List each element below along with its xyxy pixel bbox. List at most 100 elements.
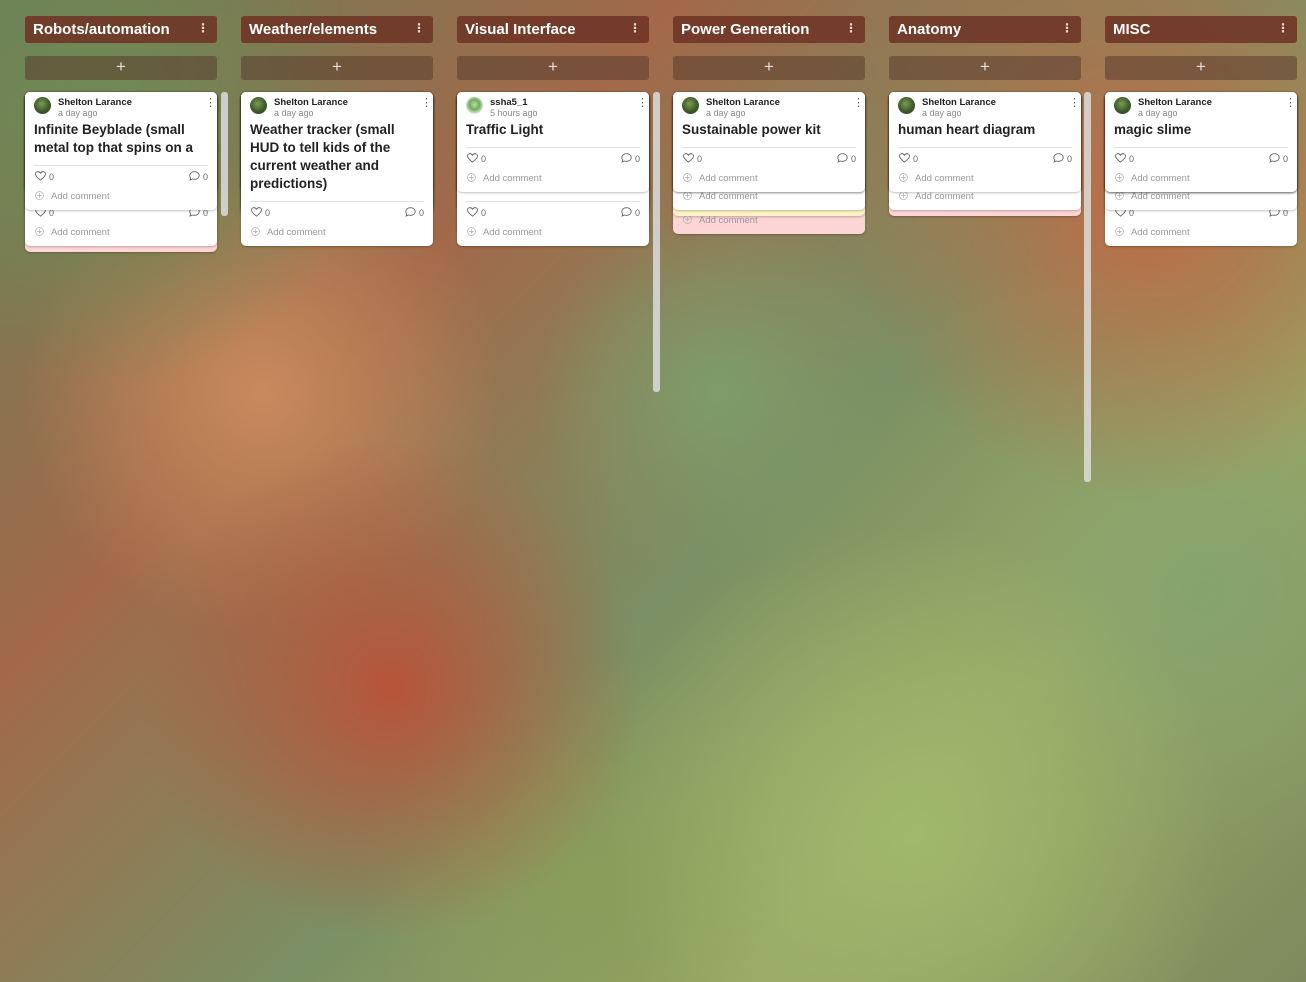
post-menu-icon[interactable]: ⋮ (853, 96, 864, 110)
add-comment-button[interactable]: Add comment (241, 224, 433, 246)
add-comment-button[interactable]: Add comment (457, 170, 649, 192)
plus-icon (683, 215, 692, 224)
add-comment-label: Add comment (483, 227, 542, 238)
like-count: 0 (481, 154, 487, 164)
comment-count-button[interactable]: 0 (1053, 153, 1072, 164)
add-card-button[interactable]: + (1105, 56, 1297, 80)
column-header: Weather/elements ⋮ (241, 16, 433, 43)
like-button[interactable]: 0 (251, 207, 270, 218)
post-menu-icon[interactable]: ⋮ (637, 96, 648, 110)
add-comment-button[interactable]: Add comment (25, 224, 217, 246)
add-comment-button[interactable]: Add comment (457, 224, 649, 246)
add-comment-button[interactable]: Add comment (1105, 224, 1297, 246)
author-name: Shelton Larance (922, 97, 996, 108)
post-reactions: 00 (673, 148, 865, 170)
avatar (466, 97, 483, 114)
comment-count-button[interactable]: 0 (621, 153, 640, 164)
post-title: Weather tracker (small HUD to tell kids … (250, 122, 395, 191)
like-count: 0 (1129, 154, 1135, 164)
column-menu-icon[interactable]: ⋮ (1277, 20, 1289, 36)
plus-icon (35, 191, 44, 200)
avatar (34, 97, 51, 114)
like-button[interactable]: 0 (467, 153, 486, 164)
like-button[interactable]: 0 (899, 153, 918, 164)
add-card-button[interactable]: + (889, 56, 1081, 80)
post-card[interactable]: Shelton Larance a day ago ⋮ magic slime 0 0 Ad… (1105, 92, 1297, 192)
post-menu-icon[interactable]: ⋮ (421, 96, 432, 110)
column-menu-icon[interactable]: ⋮ (629, 20, 641, 36)
post-card[interactable]: Shelton Larance a day ago ⋮ Infinite Beybla… (25, 92, 217, 210)
column-menu-icon[interactable]: ⋮ (413, 20, 425, 36)
add-card-button[interactable]: + (673, 56, 865, 80)
add-comment-button[interactable]: Add comment (673, 170, 865, 192)
comment-icon (1053, 153, 1067, 164)
like-count: 0 (49, 172, 55, 182)
plus-icon (683, 173, 692, 182)
post-card[interactable]: ssha5_1 5 hours ago ⋮ Traffic Light 0 0 Add co… (457, 92, 649, 192)
add-comment-label: Add comment (51, 191, 110, 202)
comment-count: 0 (634, 154, 640, 164)
column-scrollbar[interactable] (653, 92, 660, 982)
column-menu-icon[interactable]: ⋮ (197, 20, 209, 36)
column-3: Power Generation⋮+PinnedRRohan Fernandez… (673, 0, 865, 982)
column-scrollbar-thumb[interactable] (653, 92, 660, 392)
add-comment-button[interactable]: Add comment (889, 170, 1081, 192)
add-comment-label: Add comment (699, 191, 758, 202)
post-time: a day ago (1138, 108, 1178, 118)
avatar (682, 97, 699, 114)
column-header: Robots/automation ⋮ (25, 16, 217, 43)
plus-icon (1115, 191, 1124, 200)
comment-icon (837, 153, 851, 164)
comment-count-button[interactable]: 0 (621, 207, 640, 218)
plus-icon (899, 191, 908, 200)
post-menu-icon[interactable]: ⋮ (1069, 96, 1080, 110)
heart-icon (467, 153, 481, 164)
post-card[interactable]: Shelton Larance a day ago ⋮ Sustainable pow… (673, 92, 865, 192)
column-scrollbar-thumb[interactable] (1084, 92, 1091, 482)
post-author: Shelton Larancea day ago ⋮ (25, 92, 217, 121)
comment-count-button[interactable]: 0 (189, 171, 208, 182)
post-menu-icon[interactable]: ⋮ (205, 96, 216, 110)
heart-icon (683, 153, 697, 164)
add-comment-label: Add comment (1131, 227, 1190, 238)
column-scrollbar[interactable] (1084, 92, 1091, 982)
post-menu-icon[interactable]: ⋮ (1285, 96, 1296, 110)
like-button[interactable]: 0 (35, 171, 54, 182)
post-reactions: 00 (1105, 148, 1297, 170)
post-reactions: 00 (889, 148, 1081, 170)
like-count: 0 (697, 154, 703, 164)
post-time: a day ago (58, 108, 98, 118)
post-card[interactable]: Shelton Larance a day ago ⋮ Weather tracker… (241, 92, 433, 246)
plus-icon (467, 227, 476, 236)
comment-count-button[interactable]: 0 (837, 153, 856, 164)
like-button[interactable]: 0 (1115, 153, 1134, 164)
post-card[interactable]: Shelton Larance a day ago ⋮ human heart dia… (889, 92, 1081, 192)
heart-icon (1115, 153, 1129, 164)
add-comment-label: Add comment (1131, 173, 1190, 184)
add-card-button[interactable]: + (25, 56, 217, 80)
add-comment-button[interactable]: Add comment (1105, 170, 1297, 192)
comment-icon (621, 153, 635, 164)
comment-count-button[interactable]: 0 (1269, 153, 1288, 164)
column-title: Weather/elements (249, 21, 378, 38)
column-2: Visual Interface⋮+PinnedShelton Larancea… (457, 0, 1091, 982)
like-button[interactable]: 0 (683, 153, 702, 164)
column-scrollbar-thumb[interactable] (221, 92, 228, 216)
comment-count-button[interactable]: 0 (405, 207, 424, 218)
post-time: a day ago (706, 108, 746, 118)
heart-icon (251, 207, 265, 218)
column-menu-icon[interactable]: ⋮ (1061, 20, 1073, 36)
like-button[interactable]: 0 (467, 207, 486, 218)
post-reactions: 00 (457, 148, 649, 170)
post-title: Traffic Light (466, 122, 544, 137)
column-scrollbar[interactable] (221, 92, 228, 982)
add-comment-label: Add comment (1131, 191, 1190, 202)
post-time: a day ago (922, 108, 962, 118)
add-card-button[interactable]: + (241, 56, 433, 80)
add-comment-label: Add comment (915, 173, 974, 184)
column-menu-icon[interactable]: ⋮ (845, 20, 857, 36)
add-card-button[interactable]: + (457, 56, 649, 80)
add-comment-button[interactable]: Add comment (25, 188, 217, 210)
plus-icon (1115, 173, 1124, 182)
column-5: MISC⋮+PinnedShelton Larancea day ago⋮met… (1105, 0, 1297, 982)
